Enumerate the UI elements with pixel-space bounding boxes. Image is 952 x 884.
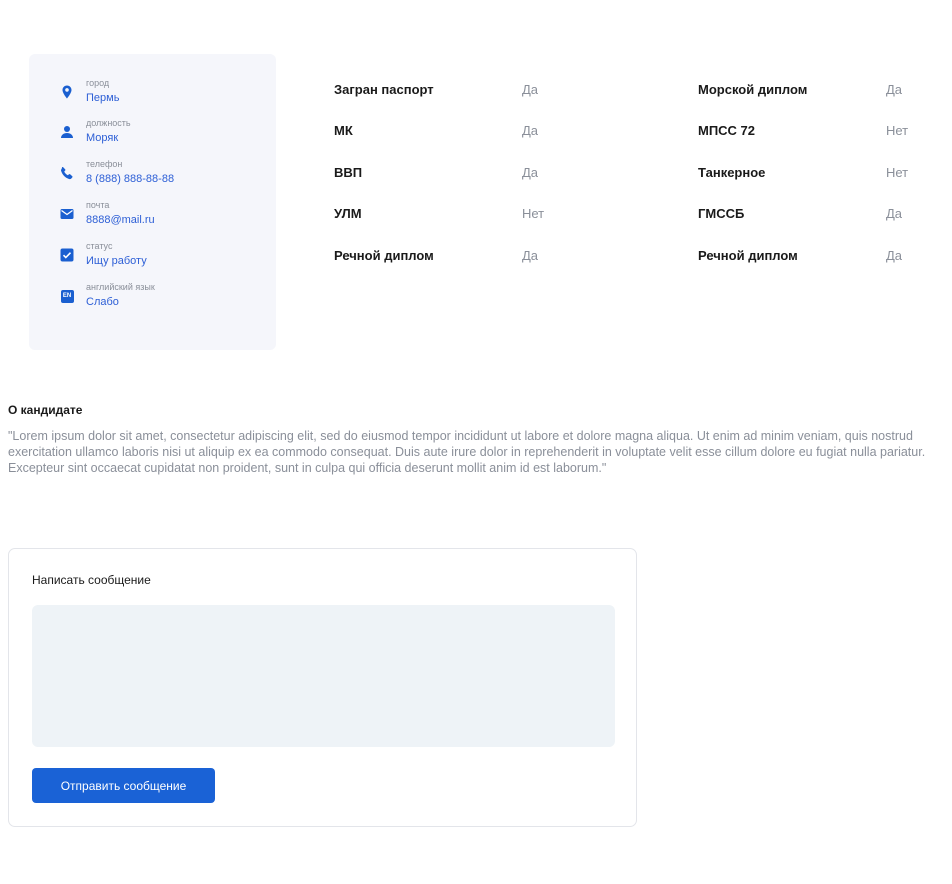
send-message-button[interactable]: Отправить сообщение (32, 768, 215, 803)
status-value: Ищу работу (86, 255, 147, 267)
document-row: Загран паспорт Да (334, 82, 538, 97)
document-name: Речной диплом (698, 248, 798, 263)
email-value[interactable]: 8888@mail.ru (86, 213, 155, 228)
status-label: статус (86, 241, 113, 251)
document-value: Да (886, 248, 903, 263)
profile-item-position: должность Моряк (59, 118, 131, 146)
document-row: Речной диплом Да (334, 248, 538, 263)
document-row: МК Да (334, 123, 538, 138)
document-name: Загран паспорт (334, 82, 434, 97)
document-name: МПСС 72 (698, 123, 756, 138)
profile-item-city: город Пермь (59, 78, 119, 106)
candidate-page: город Пермь должность Моряк телефон 8 (8… (0, 0, 952, 884)
city-value: Пермь (86, 92, 120, 104)
phone-value[interactable]: 8 (888) 888-88-88 (86, 172, 174, 187)
document-value: Да (522, 123, 539, 138)
mail-icon (59, 206, 75, 222)
about-text: "Lorem ipsum dolor sit amet, consectetur… (8, 429, 926, 475)
document-name: Речной диплом (334, 248, 434, 263)
en-badge: EN (60, 289, 74, 303)
document-value: Да (522, 82, 539, 97)
person-icon (59, 124, 75, 140)
position-label: должность (86, 118, 131, 128)
document-row: ГМССБ Да (698, 206, 902, 221)
location-pin-icon (59, 84, 75, 100)
document-row: Речной диплом Да (698, 248, 902, 263)
document-row: МПСС 72 Нет (698, 123, 908, 138)
message-card: Написать сообщение Отправить сообщение (8, 548, 637, 827)
document-name: Морской диплом (698, 82, 808, 97)
english-label: английский язык (86, 282, 155, 292)
profile-info-card: город Пермь должность Моряк телефон 8 (8… (29, 54, 276, 350)
document-row: УЛМ Нет (334, 206, 544, 221)
document-name: МК (334, 123, 353, 138)
document-value: Да (886, 82, 903, 97)
message-textarea[interactable] (32, 605, 615, 747)
profile-item-status: статус Ищу работу (59, 241, 147, 269)
position-value: Моряк (86, 132, 119, 144)
message-title: Написать сообщение (32, 573, 151, 587)
document-name: УЛМ (334, 206, 362, 221)
document-name: ГМССБ (698, 206, 745, 221)
phone-icon (59, 165, 75, 181)
document-row: Танкерное Нет (698, 165, 908, 180)
profile-item-email: почта 8888@mail.ru (59, 200, 155, 228)
email-label: почта (86, 200, 110, 210)
document-value: Нет (522, 206, 545, 221)
document-value: Нет (886, 123, 909, 138)
profile-item-phone: телефон 8 (888) 888-88-88 (59, 159, 174, 187)
english-value: Слабо (86, 296, 119, 308)
profile-item-english: EN английский язык Слабо (59, 282, 155, 310)
document-value: Да (886, 206, 903, 221)
document-row: Морской диплом Да (698, 82, 902, 97)
document-value: Да (522, 165, 539, 180)
document-row: ВВП Да (334, 165, 538, 180)
document-name: ВВП (334, 165, 363, 180)
phone-label: телефон (86, 159, 123, 169)
document-name: Танкерное (698, 165, 766, 180)
document-value: Нет (886, 165, 909, 180)
document-value: Да (522, 248, 539, 263)
checkbox-icon (59, 247, 75, 263)
en-badge-icon: EN (59, 288, 75, 304)
about-title: О кандидате (8, 403, 83, 417)
city-label: город (86, 78, 110, 88)
